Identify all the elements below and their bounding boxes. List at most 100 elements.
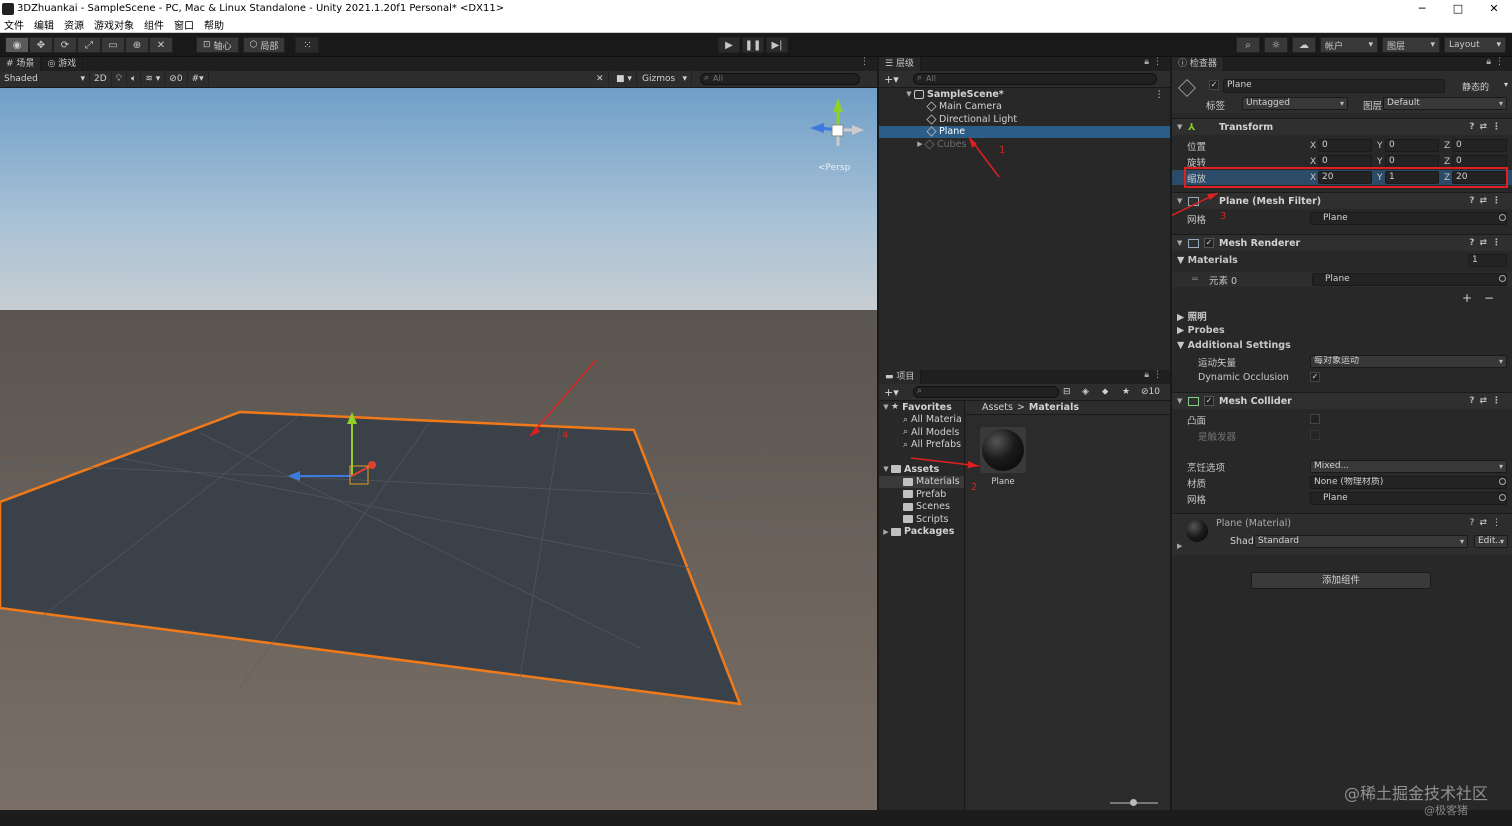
collider-mesh-field[interactable]: Plane	[1310, 492, 1507, 505]
rect-tool-button[interactable]: ▭	[101, 37, 125, 53]
trigger-row: 是触发器	[1172, 428, 1512, 443]
shader-dropdown[interactable]: Standard	[1254, 535, 1468, 548]
move-tool-button[interactable]: ✥	[29, 37, 53, 53]
dynamic-occlusion-row: Dynamic Occlusion ✓	[1198, 372, 1320, 383]
component-buttons[interactable]: ?⇄⋮	[1469, 238, 1506, 248]
trigger-checkbox[interactable]	[1310, 430, 1320, 440]
component-buttons[interactable]: ?⇄⋮	[1469, 396, 1506, 406]
search-button[interactable]: ⌕	[1236, 37, 1260, 53]
camera-dropdown[interactable]: ■ ▾	[612, 70, 637, 88]
menu-assets[interactable]: 资源	[60, 17, 90, 32]
minimize-button[interactable]: ─	[1404, 0, 1440, 17]
rotate-tool-button[interactable]: ⟳	[53, 37, 77, 53]
remove-element-button[interactable]: −	[1484, 291, 1494, 305]
collapse-arrow-icon[interactable]: ▼	[1177, 239, 1182, 247]
menu-file[interactable]: 文件	[0, 17, 30, 32]
grid-dropdown[interactable]: # ▾	[188, 70, 209, 88]
dynamic-occlusion-checkbox[interactable]: ✓	[1310, 372, 1320, 382]
inspector-annotation: 3	[1172, 192, 1226, 222]
pause-button[interactable]: ❚❚	[742, 37, 764, 53]
audio-toggle[interactable]: 🔈︎	[127, 70, 142, 88]
material-title: Plane (Material)	[1216, 518, 1292, 529]
scale-icon: ⤢	[85, 39, 93, 51]
mesh-collider-header[interactable]: ▼ ✓ Mesh Collider ?⇄⋮	[1172, 392, 1512, 409]
add-element-button[interactable]: +	[1462, 291, 1472, 305]
material-section: Plane (Material) ?⇄⋮ Shader Standard Edi…	[1172, 513, 1512, 555]
project-annotation: 2	[910, 457, 980, 493]
materials-size-field[interactable]: 1	[1468, 254, 1507, 267]
chevron-down-icon: ▾	[80, 74, 85, 84]
scene-toolbar: Shaded ▾ 2D 💡︎ 🔈︎ ≋ ▾ ⊘ 0 # ▾ ✕ ■ ▾ Gizmos…	[0, 70, 877, 88]
menu-edit[interactable]: 编辑	[30, 17, 60, 32]
scene-search-input[interactable]: All	[700, 73, 860, 85]
close-button[interactable]: ✕	[1476, 0, 1512, 17]
svg-text:3: 3	[1220, 211, 1226, 222]
layers-dropdown[interactable]: 图层 ▾	[1382, 37, 1440, 53]
grid-icon: #	[6, 59, 14, 69]
tab-scene[interactable]: # 场景	[0, 57, 42, 71]
effects-icon: ≋ ▾	[145, 74, 161, 84]
transform-icon: ⊕	[132, 39, 142, 51]
probes-foldout[interactable]: ▶ Probes	[1172, 323, 1512, 338]
scene-viewport[interactable]: <Persp 4	[0, 88, 877, 810]
component-buttons[interactable]: ?⇄⋮	[1470, 518, 1506, 528]
menu-gameobject[interactable]: 游戏对象	[90, 17, 140, 32]
lighting-foldout[interactable]: ▶ 照明	[1172, 308, 1512, 323]
effects-dropdown[interactable]: ≋ ▾	[141, 70, 166, 88]
add-component-button[interactable]: 添加组件	[1251, 572, 1431, 589]
menu-window[interactable]: 窗口	[170, 17, 200, 32]
chevron-down-icon: ▾	[1368, 40, 1373, 50]
tab-game[interactable]: ◎ 游戏	[41, 57, 84, 71]
step-button[interactable]: ▶|	[766, 37, 788, 53]
gizmos-dropdown[interactable]: Gizmos ▾	[638, 70, 692, 88]
grid-snap-button[interactable]: ⁙	[295, 37, 320, 53]
inspector-panel: ⓘ 检查器 🔒︎⋮ ✓ Plane 静态的 ▾ 标签 Untagged 图层 D…	[1172, 57, 1512, 810]
scene-view-render: <Persp 4	[0, 88, 877, 810]
rotate-icon: ⟳	[60, 39, 70, 51]
drag-handle-icon[interactable]: ═	[1192, 274, 1198, 285]
convex-checkbox[interactable]	[1310, 414, 1320, 424]
transform-tool-button[interactable]: ⊕	[125, 37, 149, 53]
grid-icon: #	[191, 74, 200, 84]
cloud-button[interactable]: ☁	[1292, 37, 1316, 53]
material-element-field[interactable]: Plane	[1312, 273, 1507, 286]
maximize-button[interactable]: □	[1440, 0, 1476, 17]
lighting-toggle[interactable]: 💡︎	[112, 70, 127, 88]
object-picker-icon[interactable]	[1499, 478, 1506, 485]
collider-material-field[interactable]: None (物理材质)	[1310, 476, 1507, 489]
toggle-2d-button[interactable]: 2D	[90, 70, 112, 88]
object-picker-icon[interactable]	[1499, 494, 1506, 501]
grid-icon: ⁙	[303, 39, 312, 51]
tools-button[interactable]: ✕	[592, 70, 609, 88]
expand-arrow-icon[interactable]: ▶	[1177, 542, 1182, 550]
motion-vectors-dropdown[interactable]: 每对象运动	[1310, 355, 1507, 368]
cooking-options-dropdown[interactable]: Mixed...	[1310, 460, 1507, 473]
scene-panel: # 场景 ◎ 游戏 ⋮ Shaded ▾ 2D 💡︎ 🔈︎ ≋ ▾ ⊘ 0 # ▾ …	[0, 57, 877, 810]
play-icon: ▶	[725, 39, 733, 51]
mesh-renderer-enabled-checkbox[interactable]: ✓	[1204, 238, 1214, 248]
sun-icon: ☼	[1271, 39, 1281, 51]
custom-tool-button[interactable]: ✕	[149, 37, 173, 53]
object-picker-icon[interactable]	[1499, 275, 1506, 282]
collider-mesh-row: 网格 Plane	[1172, 491, 1512, 506]
layout-dropdown[interactable]: Layout ▾	[1444, 37, 1506, 53]
menu-component[interactable]: 组件	[140, 17, 170, 32]
panel-menu-icon[interactable]: ⋮	[860, 57, 873, 67]
services-button[interactable]: ☼	[1264, 37, 1288, 53]
hidden-objects-toggle[interactable]: ⊘ 0	[165, 70, 188, 88]
scale-tool-button[interactable]: ⤢	[77, 37, 101, 53]
view-tool-button[interactable]: ◉	[5, 37, 29, 53]
shader-edit-button[interactable]: Edit...	[1474, 535, 1508, 548]
mesh-collider-enabled-checkbox[interactable]: ✓	[1204, 396, 1214, 406]
pivot-toggle[interactable]: ⊡ 轴心	[196, 37, 239, 53]
mesh-renderer-header[interactable]: ▼ ✓ Mesh Renderer ?⇄⋮	[1172, 234, 1512, 251]
play-controls: ▶ ❚❚ ▶|	[718, 37, 788, 53]
materials-foldout[interactable]: ▼ Materials	[1177, 255, 1238, 266]
shading-mode-dropdown[interactable]: Shaded ▾	[0, 70, 90, 88]
additional-settings-foldout[interactable]: ▼ Additional Settings	[1172, 338, 1512, 353]
menu-help[interactable]: 帮助	[200, 17, 230, 32]
local-toggle[interactable]: ⬡ 局部	[242, 37, 286, 53]
play-button[interactable]: ▶	[718, 37, 740, 53]
collapse-arrow-icon[interactable]: ▼	[1177, 397, 1182, 405]
account-dropdown[interactable]: 帐户 ▾	[1320, 37, 1378, 53]
